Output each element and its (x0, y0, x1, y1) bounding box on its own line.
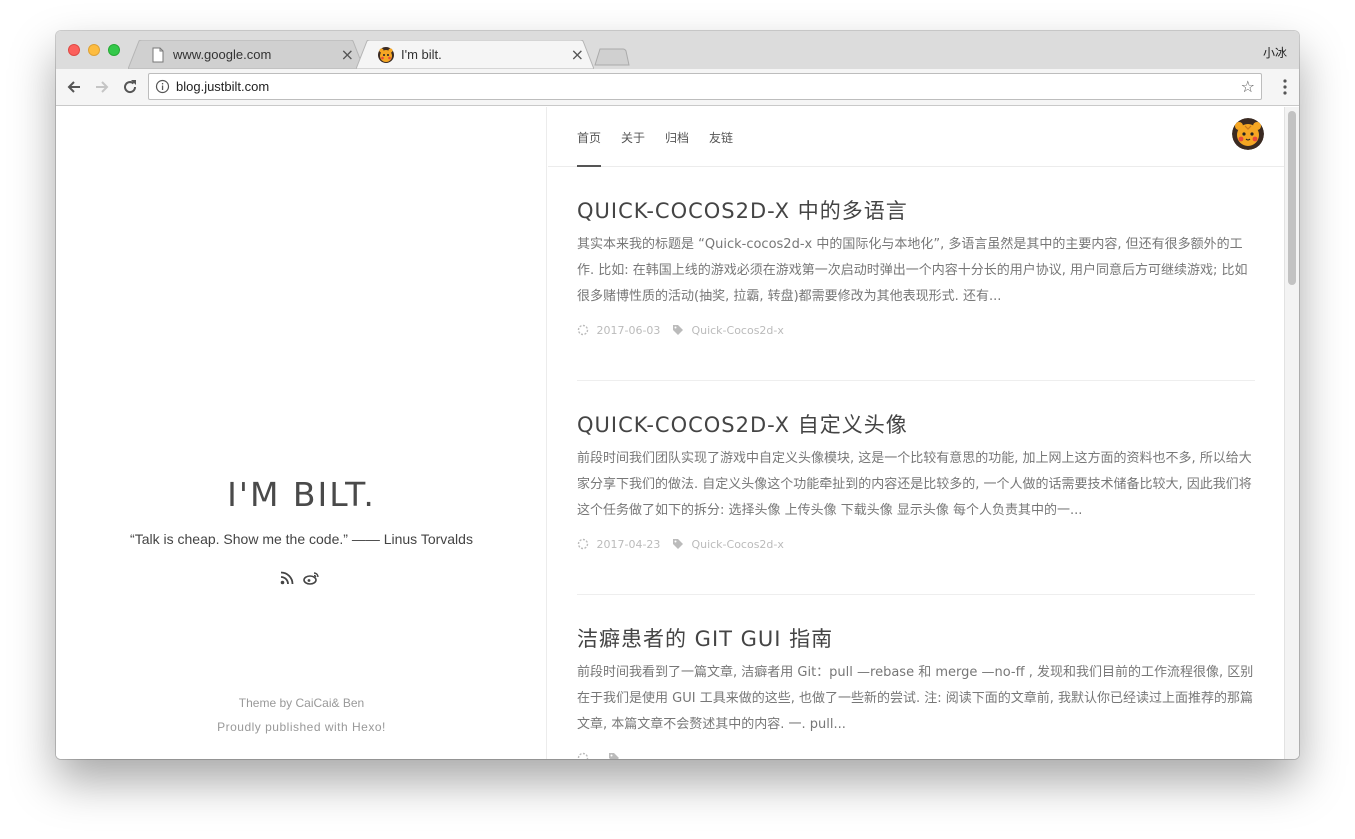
page-viewport: I'M BILT. “Talk is cheap. Show me the co… (56, 107, 1299, 759)
nav-archive[interactable]: 归档 (665, 129, 689, 146)
page-icon (152, 47, 164, 63)
tag-icon (672, 325, 683, 335)
nav-friends[interactable]: 友链 (709, 129, 733, 146)
theme-prefix: Theme by (238, 696, 296, 710)
tab-im-bilt[interactable]: I'm bilt. × (356, 40, 594, 69)
tab-close-icon[interactable]: × (571, 45, 584, 64)
back-arrow-icon[interactable] (64, 77, 84, 97)
hexo-link[interactable]: Hexo (352, 720, 382, 734)
date-icon (577, 752, 589, 759)
post-title[interactable]: QUICK-COCOS2D-X 自定义头像 (577, 409, 908, 439)
scrollbar-thumb[interactable] (1288, 111, 1296, 285)
post-meta: 2017-04-23 Quick-Cocos2d-x (577, 537, 784, 551)
author-link-ben[interactable]: Ben (343, 696, 364, 710)
site-title[interactable]: I'M BILT. (56, 475, 547, 514)
blog-sidebar: I'M BILT. “Talk is cheap. Show me the co… (56, 107, 547, 759)
blog-main: 首页 关于 归档 友链 QUICK-COCOS2D-X 中的多语言 其实本来我的… (548, 107, 1284, 759)
browser-menu-icon[interactable] (1283, 78, 1287, 96)
post-title[interactable]: QUICK-COCOS2D-X 中的多语言 (577, 195, 908, 225)
info-icon[interactable] (155, 79, 170, 94)
post-meta (577, 751, 628, 759)
avatar[interactable] (1232, 118, 1264, 150)
post-excerpt: 其实本来我的标题是 “Quick-cocos2d-x 中的国际化与本地化”, 多… (577, 237, 1248, 304)
address-bar[interactable]: blog.justbilt.com ☆ (148, 73, 1262, 100)
zoom-window-button[interactable] (108, 44, 120, 56)
post-date: 2017-06-03 (596, 323, 661, 337)
tab-google[interactable]: www.google.com × (128, 40, 364, 69)
social-links (280, 571, 324, 585)
post-divider (577, 594, 1255, 595)
url-text[interactable]: blog.justbilt.com (176, 79, 269, 94)
post-date: 2017-04-23 (596, 537, 661, 551)
tag-icon (672, 539, 683, 549)
tab-title: www.google.com (173, 47, 272, 62)
new-tab-button[interactable] (594, 48, 630, 66)
post-title[interactable]: 洁癖患者的 GIT GUI 指南 (577, 623, 833, 653)
weibo-icon[interactable] (303, 571, 319, 585)
tiger-favicon (378, 47, 394, 63)
scrollbar[interactable] (1284, 107, 1299, 759)
post-tag[interactable]: Quick-Cocos2d-x (691, 324, 783, 337)
post-excerpt: 前段时间我看到了一篇文章, 洁癖者用 Git：pull —rebase 和 me… (577, 665, 1254, 732)
browser-toolbar: blog.justbilt.com ☆ (56, 69, 1299, 106)
tab-strip: www.google.com × I'm bilt. × 小冰 (56, 31, 1299, 69)
minimize-window-button[interactable] (88, 44, 100, 56)
published-prefix: Proudly published with (217, 720, 353, 734)
theme-credit: Theme by CaiCai& Ben (56, 696, 547, 710)
forward-arrow-icon[interactable] (92, 77, 112, 97)
tab-title: I'm bilt. (401, 47, 442, 62)
post-tag[interactable]: Quick-Cocos2d-x (691, 538, 783, 551)
tab-close-icon[interactable]: × (341, 45, 354, 64)
post-meta: 2017-06-03 Quick-Cocos2d-x (577, 323, 784, 337)
date-icon (577, 538, 589, 550)
post-divider (577, 380, 1255, 381)
close-window-button[interactable] (68, 44, 80, 56)
browser-window: www.google.com × I'm bilt. × 小冰 blog.jus… (56, 31, 1299, 759)
nav-home[interactable]: 首页 (577, 129, 601, 146)
amp-text: & (331, 696, 343, 710)
nav-active-indicator (577, 165, 601, 167)
reload-icon[interactable] (120, 77, 140, 97)
nav-about[interactable]: 关于 (621, 129, 645, 146)
author-link-caicai[interactable]: CaiCai (295, 696, 331, 710)
top-nav: 首页 关于 归档 友链 (548, 107, 1284, 167)
tag-icon (609, 753, 619, 759)
rss-icon[interactable] (280, 571, 294, 585)
post-excerpt: 前段时间我们团队实现了游戏中自定义头像模块, 这是一个比较有意思的功能, 加上网… (577, 451, 1252, 518)
bookmark-star-icon[interactable]: ☆ (1241, 77, 1255, 96)
published-suffix: ! (382, 720, 386, 734)
site-quote: “Talk is cheap. Show me the code.” —— Li… (130, 531, 473, 547)
profile-name[interactable]: 小冰 (1263, 44, 1287, 61)
published-credit: Proudly published with Hexo! (56, 720, 547, 734)
date-icon (577, 324, 589, 336)
